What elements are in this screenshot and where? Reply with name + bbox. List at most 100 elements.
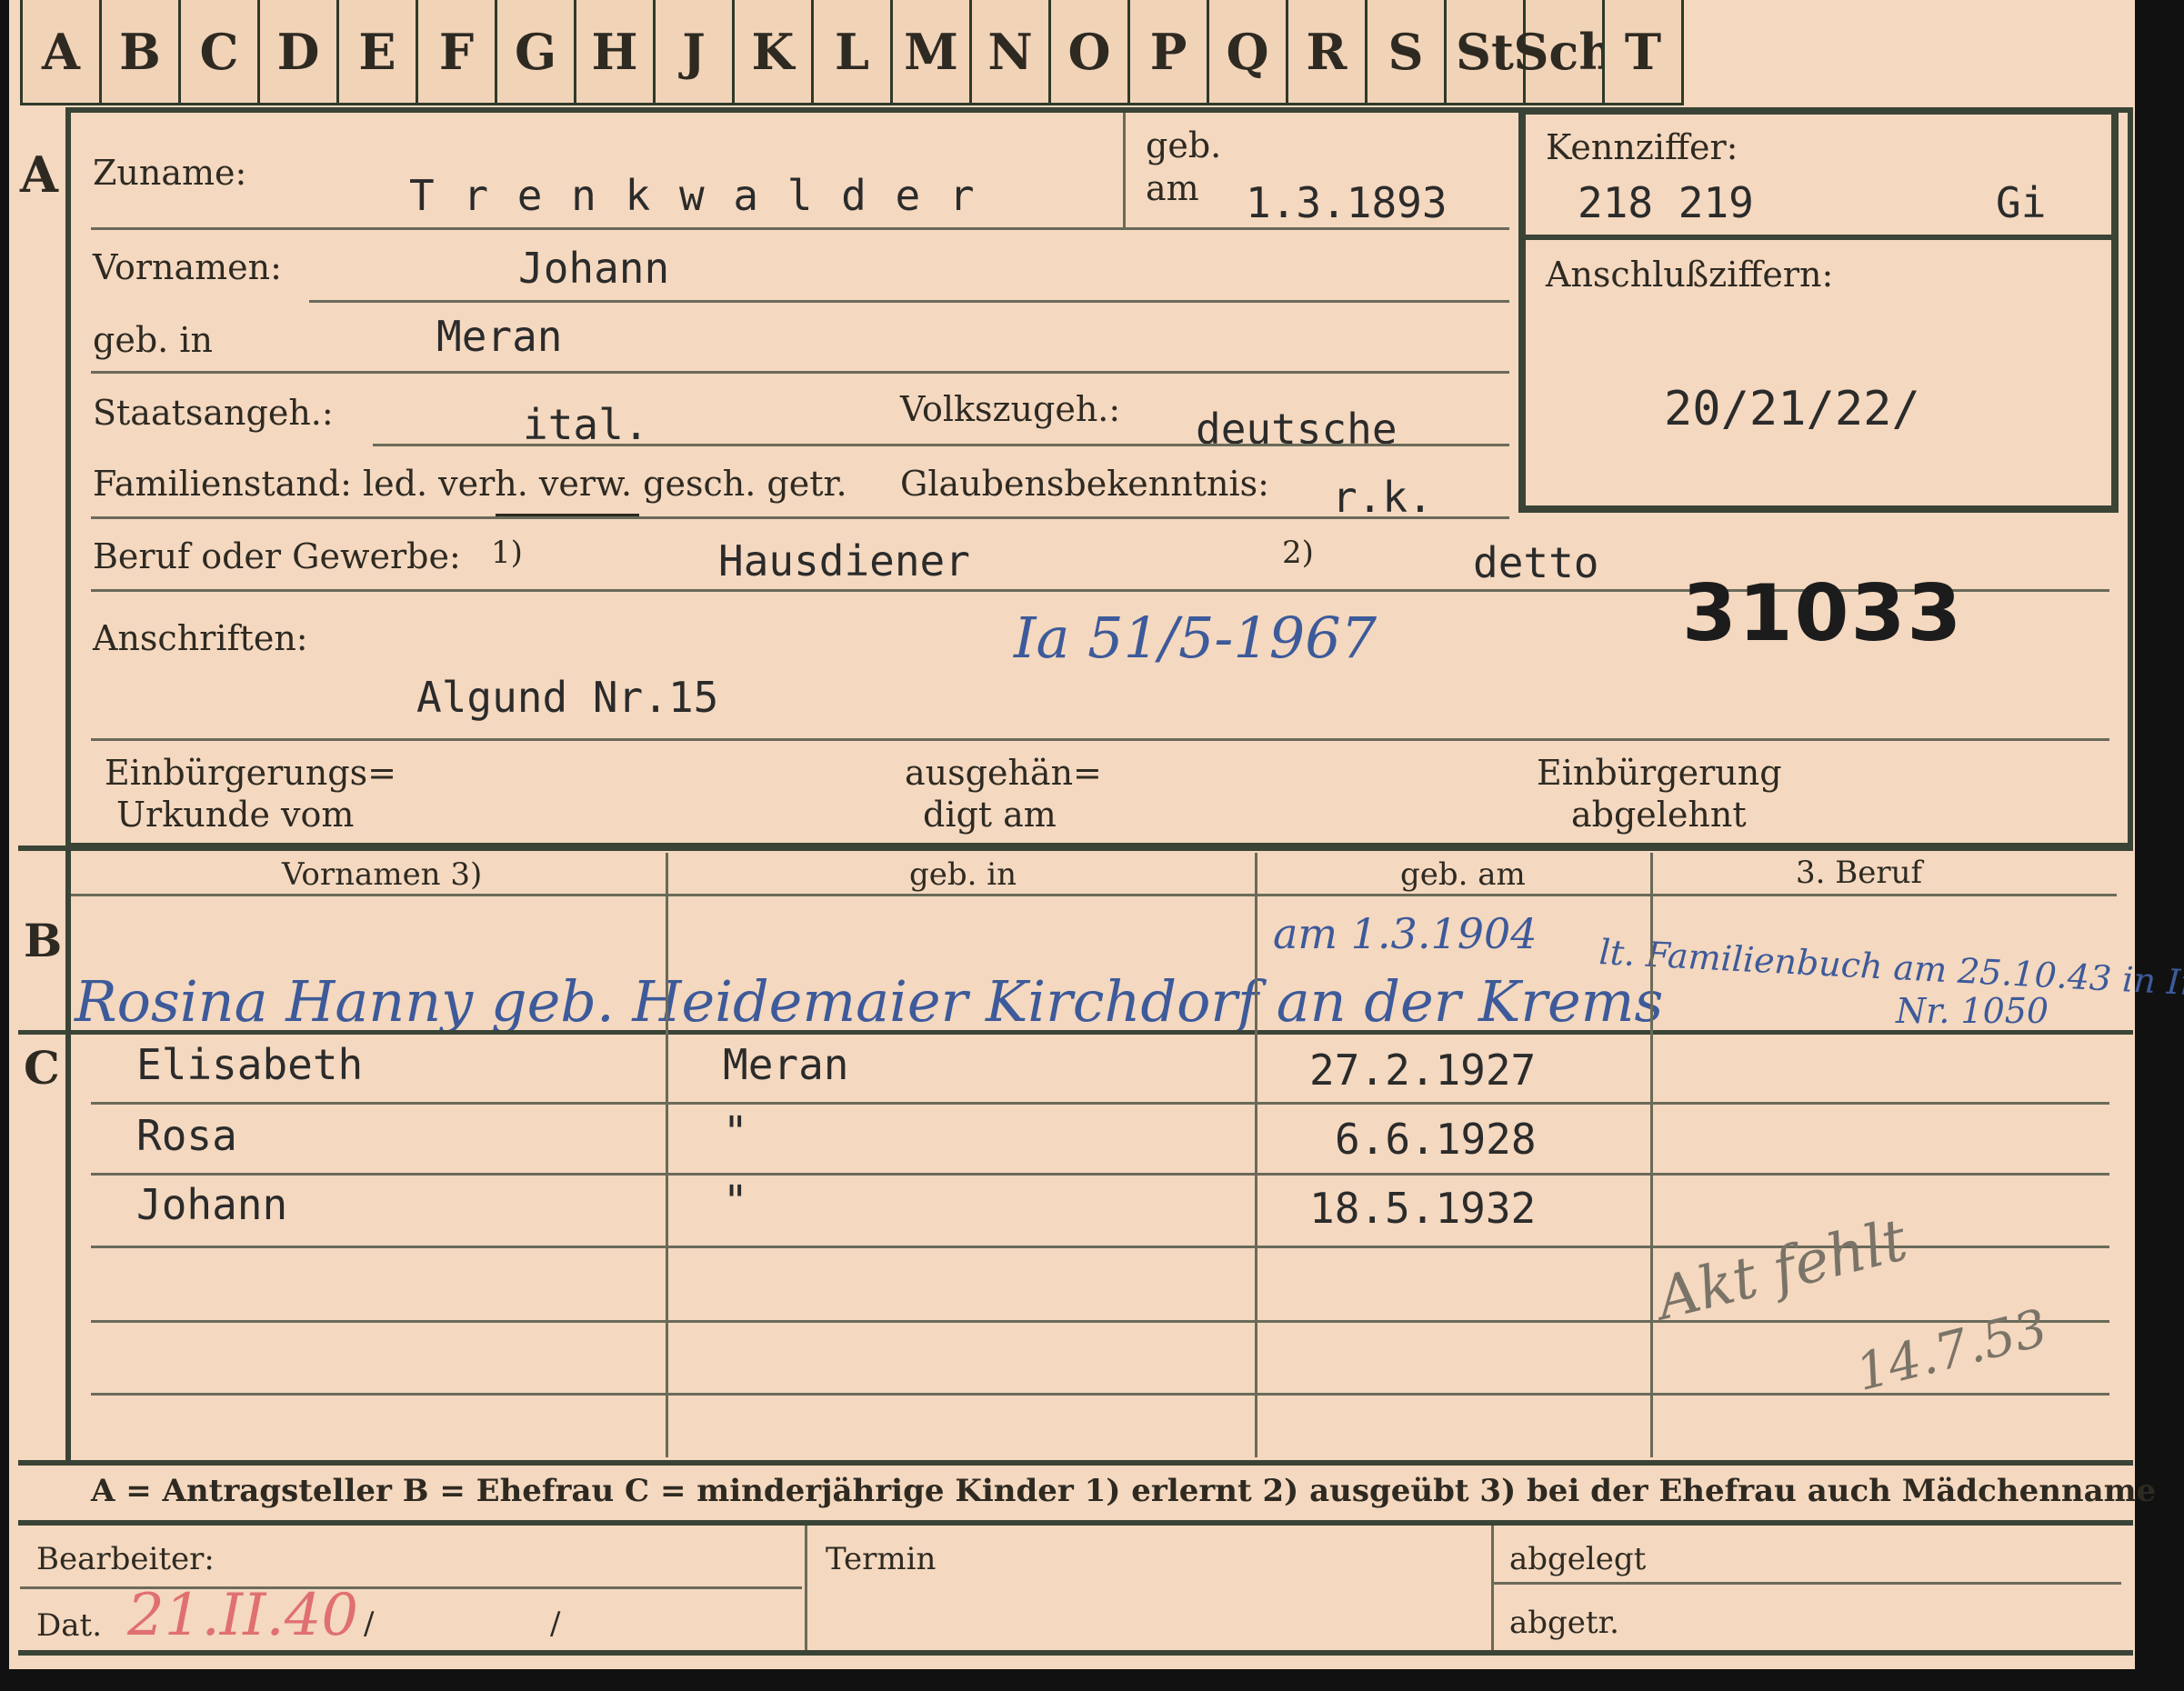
date-slash-2: / bbox=[550, 1606, 561, 1642]
removed-label: abgetr. bbox=[1509, 1605, 1619, 1641]
born-on-value: 1.3.1893 bbox=[1246, 178, 1448, 227]
children-row-line-2 bbox=[91, 1173, 2109, 1176]
children-row-line-1 bbox=[91, 1102, 2109, 1105]
spouse-header-birthdate: geb. am bbox=[1400, 856, 1526, 893]
section-c-marker: C bbox=[24, 1041, 60, 1095]
firstnames-label: Vornamen: bbox=[93, 247, 282, 287]
children-row-line-4 bbox=[91, 1320, 2109, 1323]
marital-status-label: Familienstand: led. verh. verw. gesch. g… bbox=[93, 464, 847, 504]
divider-top-a bbox=[65, 107, 1529, 113]
birthplace-label: geb. in bbox=[93, 320, 213, 360]
child-2-place: " bbox=[723, 1107, 748, 1156]
id-box-divider bbox=[1526, 235, 2111, 240]
processor-label: Bearbeiter: bbox=[36, 1541, 215, 1577]
refused-label-1: Einbürgerung bbox=[1537, 753, 1782, 793]
legend-top-rule bbox=[18, 1460, 2133, 1466]
section-b-left-rule bbox=[65, 846, 71, 1464]
tab-a[interactable]: A bbox=[20, 0, 102, 105]
tab-c[interactable]: C bbox=[178, 0, 260, 105]
surname-value: T r e n k w a l d e r bbox=[409, 171, 977, 220]
tab-t[interactable]: T bbox=[1602, 0, 1684, 105]
born-label-am: am bbox=[1146, 168, 1199, 208]
tab-s[interactable]: S bbox=[1365, 0, 1447, 105]
footer-col-rule-1 bbox=[805, 1526, 807, 1653]
section-a-marker: A bbox=[20, 145, 58, 204]
spouse-handwritten-name: Rosina Hanny geb. Heidemaier Kirchdorf a… bbox=[75, 968, 1664, 1035]
link-numbers: 20/21/22/ bbox=[1664, 382, 1920, 436]
child-1-name: Elisabeth bbox=[136, 1040, 364, 1089]
tab-h[interactable]: H bbox=[574, 0, 656, 105]
section-b-marker: B bbox=[24, 914, 63, 967]
child-1-place: Meran bbox=[723, 1040, 849, 1089]
children-col-rule-2 bbox=[1255, 853, 1257, 1457]
spouse-handwritten-note: lt. Familienbuch am 25.10.43 in Innsbruc… bbox=[1598, 932, 2184, 1011]
line-surname bbox=[91, 227, 1509, 230]
date-label: Dat. bbox=[36, 1607, 103, 1644]
date-slash-1: / bbox=[364, 1606, 375, 1642]
tab-g[interactable]: G bbox=[495, 0, 576, 105]
spouse-handwritten-date: am 1.3.1904 bbox=[1273, 909, 1538, 958]
spouse-handwritten-nr: Nr. 1050 bbox=[1896, 991, 2049, 1031]
children-col-rule-1 bbox=[666, 853, 668, 1457]
tab-f[interactable]: F bbox=[416, 0, 497, 105]
born-divider bbox=[1123, 113, 1126, 227]
occupation-value: Hausdiener bbox=[718, 536, 970, 585]
children-row-line-5 bbox=[91, 1393, 2109, 1396]
child-1-date: 27.2.1927 bbox=[1309, 1046, 1537, 1095]
tab-o[interactable]: O bbox=[1048, 0, 1130, 105]
date-handwritten-value: 21.II.40 bbox=[127, 1582, 359, 1649]
divider-section-c bbox=[18, 1030, 2133, 1035]
spouse-header-line bbox=[71, 894, 2117, 896]
line-address bbox=[91, 738, 2109, 741]
line-firstnames bbox=[309, 300, 1509, 303]
tab-q[interactable]: Q bbox=[1207, 0, 1288, 105]
handed-label-1: ausgehän= bbox=[905, 753, 1102, 793]
child-2-name: Rosa bbox=[136, 1111, 237, 1160]
divider-section-b bbox=[18, 846, 2133, 851]
child-3-name: Johann bbox=[136, 1180, 288, 1229]
legend-bottom-rule bbox=[18, 1520, 2133, 1526]
id-number: 218 219 bbox=[1578, 178, 1754, 227]
spouse-header-firstnames: Vornamen 3) bbox=[282, 856, 483, 893]
occupation-note-1: 1) bbox=[491, 535, 523, 571]
id-label: Kennziffer: bbox=[1546, 127, 1738, 167]
firstnames-value: Johann bbox=[518, 244, 670, 293]
citizenship-value: ital. bbox=[523, 400, 649, 449]
spouse-header-birthplace: geb. in bbox=[909, 856, 1017, 893]
tab-b[interactable]: B bbox=[99, 0, 181, 105]
tab-j[interactable]: J bbox=[653, 0, 735, 105]
child-3-date: 18.5.1932 bbox=[1309, 1184, 1537, 1233]
legend-text: A = Antragsteller B = Ehefrau C = minder… bbox=[91, 1473, 2157, 1509]
tab-m[interactable]: M bbox=[890, 0, 972, 105]
religion-label: Glaubensbekenntnis: bbox=[900, 464, 1269, 504]
tab-k[interactable]: K bbox=[732, 0, 814, 105]
children-note-line1: Akt fehlt bbox=[1650, 1206, 1914, 1334]
occupation-practiced-value: detto bbox=[1473, 538, 1599, 587]
tab-e[interactable]: E bbox=[336, 0, 418, 105]
tab-r[interactable]: R bbox=[1286, 0, 1368, 105]
id-suffix: Gi bbox=[1996, 178, 2047, 227]
child-3-place: " bbox=[723, 1176, 748, 1226]
tab-l[interactable]: L bbox=[811, 0, 893, 105]
occupation-label: Beruf oder Gewerbe: bbox=[93, 536, 461, 576]
tab-d[interactable]: D bbox=[257, 0, 339, 105]
registration-card: A B C D E F G H J K L M N O P Q R S St Sch T A B C Zuname: T… bbox=[9, 0, 2184, 1669]
address-handwritten-note: Ia 51/5-1967 bbox=[1014, 605, 1378, 671]
deadline-label: Termin bbox=[826, 1541, 937, 1577]
tab-p[interactable]: P bbox=[1127, 0, 1209, 105]
refused-label-2: abgelehnt bbox=[1571, 795, 1747, 835]
handed-label-2: digt am bbox=[923, 795, 1057, 835]
filed-label: abgelegt bbox=[1509, 1541, 1647, 1577]
birthplace-value: Meran bbox=[436, 312, 563, 361]
child-2-date: 6.6.1928 bbox=[1335, 1115, 1537, 1164]
ethnicity-label: Volkszugeh.: bbox=[900, 389, 1121, 429]
tab-n[interactable]: N bbox=[969, 0, 1051, 105]
citizenship-label: Staatsangeh.: bbox=[93, 393, 334, 433]
line-birthplace bbox=[91, 371, 1509, 374]
line-marital bbox=[91, 516, 1509, 519]
tab-sch[interactable]: Sch bbox=[1513, 0, 1615, 105]
born-label-geb: geb. bbox=[1146, 125, 1222, 165]
alphabet-tabs: A B C D E F G H J K L M N O P Q R S St Sch T bbox=[20, 0, 1684, 107]
footer-bottom-rule bbox=[18, 1650, 2133, 1656]
naturalization-label-1: Einbürgerungs= bbox=[105, 753, 396, 793]
